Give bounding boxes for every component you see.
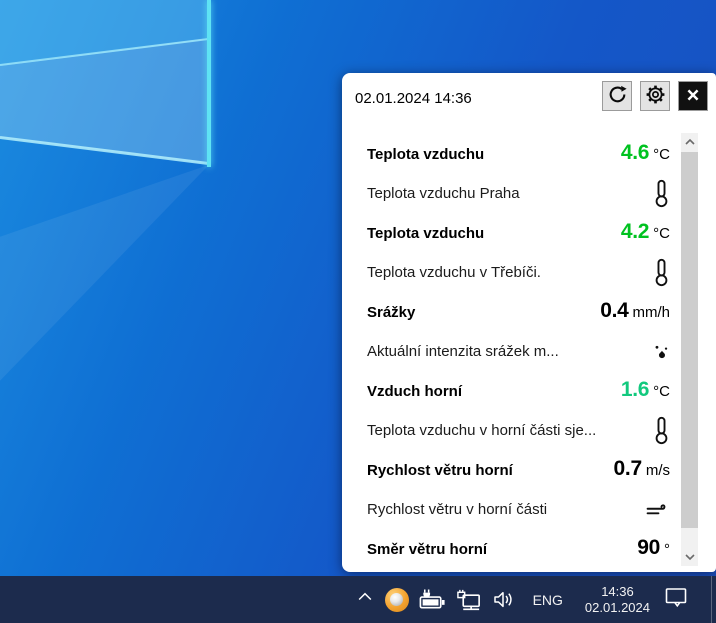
close-button[interactable] [678,81,708,111]
panel-datetime: 02.01.2024 14:36 [355,90,472,107]
refresh-button[interactable] [602,81,632,111]
sensor-row-vzduch-horni[interactable]: Vzduch horní 1.6°C Teplota vzduchu v hor… [367,367,670,446]
wallpaper-light-beam [0,160,209,400]
scroll-down-button[interactable] [681,548,698,566]
sensor-unit: mm/h [633,304,671,321]
refresh-icon [607,84,628,108]
thermometer-icon [653,258,670,287]
sensor-unit: m/s [646,462,670,479]
app-tray-orb-icon [385,588,409,612]
weather-widget-panel: 02.01.2024 14:36 [342,73,716,572]
thermometer-icon [653,179,670,208]
sensor-row-srazky[interactable]: Srážky 0.4 mm/h Aktuální intenzita srážek… [367,288,670,367]
sensor-unit: ° [664,541,670,558]
sensor-reading: 4.2°C [621,220,670,244]
panel-scrollbar[interactable] [681,133,698,566]
action-center-button[interactable] [664,586,688,614]
thermometer-icon [653,416,670,445]
sensor-list: Teplota vzduchu 4.6°C Teplota vzduchu Pr… [367,130,670,572]
sensor-reading: 1.6°C [621,378,670,402]
language-indicator[interactable]: ENG [533,592,563,608]
sensor-reading: 0.7m/s [614,457,670,481]
precipitation-icon [653,343,670,360]
sensor-title: Směr větru horní [367,541,487,558]
wind-icon [645,501,670,518]
app-tray-icon[interactable] [385,588,409,612]
sensor-reading: 0.4 mm/h [600,299,670,323]
sensor-title: Rychlost větru horní [367,462,513,479]
sensor-subtitle: Teplota vzduchu Praha [367,185,520,202]
chevron-up-icon [354,587,376,612]
show-desktop-button[interactable] [711,576,712,623]
sensor-value: 90 [637,536,660,559]
app-tray-orb-core [390,593,403,606]
panel-toolbar [602,81,708,111]
chevron-down-icon [684,548,696,566]
close-icon [683,85,703,108]
sensor-subtitle: Teplota vzduchu v Třebíči. [367,264,541,281]
show-hidden-icons-button[interactable] [354,587,376,612]
action-center-icon [664,586,688,614]
sensor-unit: °C [653,383,670,400]
chevron-up-icon [684,133,696,151]
sensor-title: Srážky [367,304,415,321]
sensor-value: 4.2 [621,220,649,243]
sensor-subtitle: Teplota vzduchu v horní části sje... [367,422,596,439]
gear-icon [645,84,666,108]
scrollbar-thumb[interactable] [681,152,698,528]
volume-icon[interactable] [492,589,518,610]
sensor-reading: 90° [637,536,670,560]
taskbar-date: 02.01.2024 [585,600,650,616]
sensor-title: Teplota vzduchu [367,146,484,163]
sensor-subtitle: Aktuální intenzita srážek m... [367,343,559,360]
sensor-row-rychlost-vetru[interactable]: Rychlost větru horní 0.7m/s Rychlost vět… [367,446,670,525]
battery-charging-icon[interactable] [418,588,447,612]
sensor-title: Teplota vzduchu [367,225,484,242]
sensor-value: 1.6 [621,378,649,401]
wired-network-icon[interactable] [456,588,483,612]
sensor-row-teplota-praha[interactable]: Teplota vzduchu 4.6°C Teplota vzduchu Pr… [367,130,670,209]
sensor-row-smer-vetru[interactable]: Směr větru horní 90° [367,525,670,572]
taskbar: ENG 14:36 02.01.2024 [0,576,716,623]
sensor-title: Vzduch horní [367,383,462,400]
sensor-subtitle: Rychlost větru v horní části [367,501,547,518]
sensor-unit: °C [653,225,670,242]
wallpaper-edge-line-vertical [207,0,211,167]
sensor-reading: 4.6°C [621,141,670,165]
sensor-value: 0.7 [614,457,642,480]
sensor-value: 0.4 [600,299,628,322]
taskbar-clock[interactable]: 14:36 02.01.2024 [585,584,650,616]
settings-button[interactable] [640,81,670,111]
taskbar-time: 14:36 [585,584,650,600]
sensor-row-teplota-trebic[interactable]: Teplota vzduchu 4.2°C Teplota vzduchu v … [367,209,670,288]
scroll-up-button[interactable] [681,133,698,151]
sensor-value: 4.6 [621,141,649,164]
sensor-unit: °C [653,146,670,163]
